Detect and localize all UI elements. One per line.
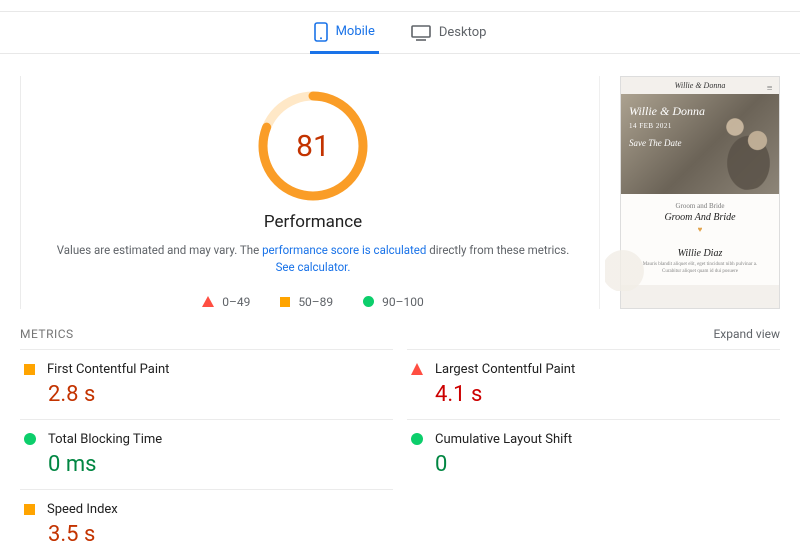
menu-icon: ≡ (766, 83, 773, 94)
metric-fcp: First Contentful Paint 2.8 s (20, 349, 393, 419)
circle-icon (411, 433, 423, 445)
circle-icon (24, 433, 36, 445)
preview-section-label: Groom and Bride (627, 202, 773, 210)
preview-header: Willie & Donna ≡ (621, 77, 779, 94)
preview-body: Groom and Bride Groom And Bride ♥ Willie… (621, 194, 779, 285)
legend-avg: 50–89 (280, 295, 333, 309)
metric-cls: Cumulative Layout Shift 0 (407, 419, 780, 489)
performance-wrap: 81 Performance Values are estimated and … (41, 76, 780, 309)
metric-value: 4.1 s (435, 382, 776, 407)
metric-value: 2.8 s (48, 382, 389, 407)
page-preview: Willie & Donna ≡ Willie & Donna 14 FEB 2… (620, 76, 780, 309)
legend-fail: 0–49 (202, 295, 250, 309)
tab-mobile-label: Mobile (336, 24, 375, 39)
preview-couple-image (699, 100, 779, 190)
performance-panel: 81 Performance Values are estimated and … (41, 76, 600, 309)
left-column: 81 Performance Values are estimated and … (20, 76, 780, 309)
preview-brand: Willie & Donna (675, 81, 726, 90)
legend-fail-label: 0–49 (222, 295, 250, 309)
legend-pass: 90–100 (363, 295, 424, 309)
metric-name: Largest Contentful Paint (435, 362, 575, 377)
circle-icon (363, 296, 374, 307)
preview-hero: Willie & Donna 14 FEB 2021 Save The Date (621, 94, 779, 194)
legend-avg-label: 50–89 (298, 295, 333, 309)
tab-mobile[interactable]: Mobile (310, 13, 379, 54)
metric-name: Total Blocking Time (48, 432, 162, 447)
metric-value: 0 ms (48, 452, 389, 477)
triangle-icon (411, 363, 423, 375)
metrics-title: METRICS (20, 327, 74, 341)
metric-tbt: Total Blocking Time 0 ms (20, 419, 393, 489)
square-icon (24, 504, 35, 515)
tab-desktop-label: Desktop (439, 25, 487, 40)
note-text-1: Values are estimated and may vary. The (57, 243, 262, 257)
performance-title: Performance (41, 212, 585, 232)
expand-view-link[interactable]: Expand view (713, 327, 780, 341)
tab-desktop[interactable]: Desktop (407, 12, 491, 53)
heart-icon: ♥ (627, 225, 773, 234)
preview-section-title: Groom And Bride (627, 212, 773, 223)
mobile-icon (314, 22, 328, 42)
performance-score: 81 (253, 86, 373, 206)
performance-gauge: 81 (253, 86, 373, 206)
score-legend: 0–49 50–89 90–100 (41, 295, 585, 309)
note-text-2: directly from these metrics. (426, 243, 569, 257)
square-icon (280, 297, 290, 307)
metrics-header: METRICS Expand view (0, 309, 800, 349)
content-row: 81 Performance Values are estimated and … (0, 54, 800, 309)
metrics-grid: First Contentful Paint 2.8 s Largest Con… (0, 349, 800, 559)
see-calculator-link[interactable]: See calculator. (276, 260, 351, 274)
metric-lcp: Largest Contentful Paint 4.1 s (407, 349, 780, 419)
square-icon (24, 364, 35, 375)
top-filler (0, 0, 800, 12)
metric-name: Speed Index (47, 502, 118, 517)
metric-value: 0 (435, 452, 776, 477)
desktop-icon (411, 25, 431, 41)
metric-value: 3.5 s (48, 522, 389, 547)
device-tabs: Mobile Desktop (0, 12, 800, 54)
legend-pass-label: 90–100 (382, 295, 424, 309)
perf-score-link[interactable]: performance score is calculated (262, 243, 426, 257)
metric-name: Cumulative Layout Shift (435, 432, 572, 447)
leaf-decoration (605, 241, 665, 291)
performance-note: Values are estimated and may vary. The p… (41, 242, 585, 277)
metric-name: First Contentful Paint (47, 362, 169, 377)
triangle-icon (202, 296, 214, 307)
